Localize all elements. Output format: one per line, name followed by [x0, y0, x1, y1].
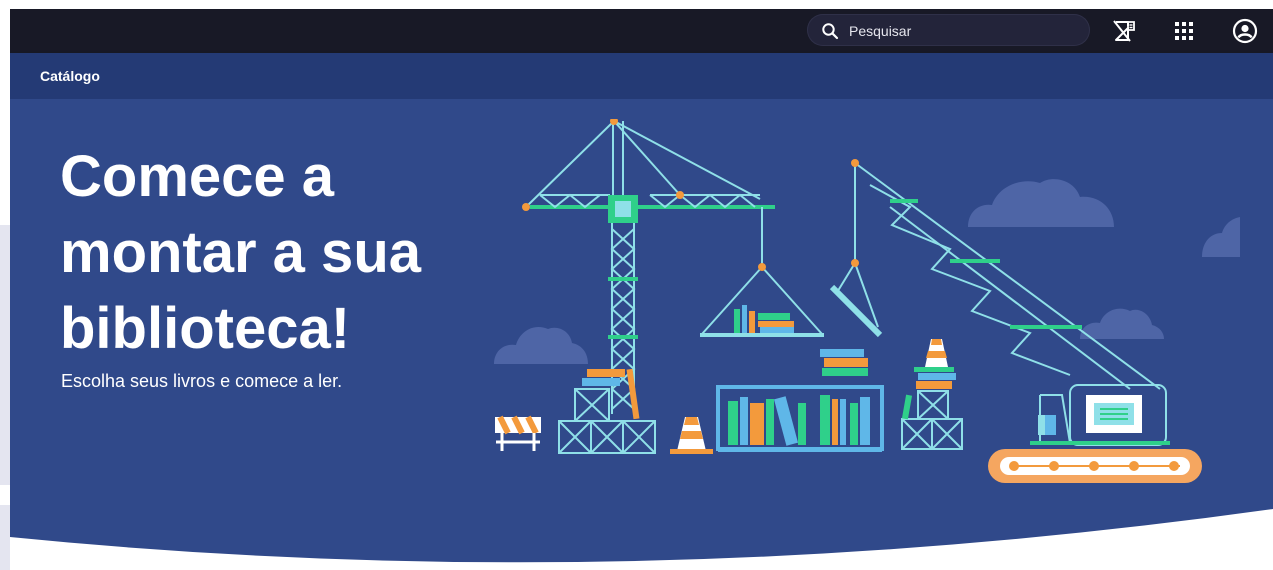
notifications-off-button[interactable]: [1110, 16, 1140, 46]
account-icon: [1232, 18, 1258, 44]
apps-menu-button[interactable]: [1169, 16, 1199, 46]
hero-banner: Comece a montar a sua biblioteca! Escolh…: [10, 99, 1273, 570]
apps-grid-icon: [1175, 22, 1193, 40]
account-button[interactable]: [1230, 16, 1260, 46]
top-navigation-bar: [10, 9, 1273, 53]
search-icon: [822, 23, 839, 40]
app-window: Catálogo Comece a montar a sua bibliotec…: [10, 9, 1273, 570]
catalog-header-bar: Catálogo: [10, 53, 1273, 99]
search-box[interactable]: [807, 14, 1090, 46]
page-title: Catálogo: [40, 68, 100, 84]
hero-curve: [10, 509, 1273, 570]
notifications-off-icon: [1113, 20, 1135, 42]
search-input[interactable]: [847, 19, 1081, 43]
